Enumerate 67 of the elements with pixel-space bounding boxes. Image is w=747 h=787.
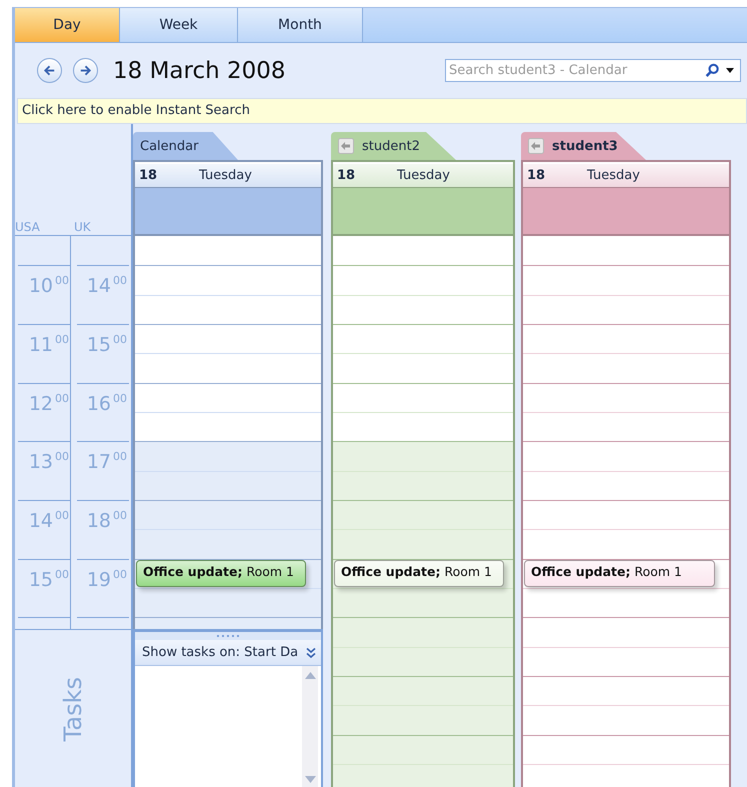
weekday-label: Tuesday bbox=[397, 168, 450, 183]
hour-label: 12$^{00}$ bbox=[18, 382, 71, 442]
time-slot[interactable] bbox=[333, 441, 513, 471]
search-icon[interactable] bbox=[705, 63, 720, 78]
splitter-handle[interactable] bbox=[135, 632, 321, 640]
all-day-area[interactable] bbox=[523, 187, 729, 236]
hour-label: 19$^{00}$ bbox=[77, 558, 129, 618]
calendar-tab[interactable]: Calendar bbox=[133, 132, 238, 160]
view-tab[interactable]: Day bbox=[15, 8, 120, 42]
time-zone-label: UK bbox=[74, 220, 92, 235]
tasks-label: Tasks bbox=[59, 677, 87, 742]
instant-search-bar[interactable]: Click here to enable Instant Search bbox=[17, 98, 747, 124]
time-slot[interactable] bbox=[135, 529, 321, 559]
time-slot[interactable] bbox=[333, 676, 513, 706]
time-slot[interactable] bbox=[333, 617, 513, 647]
time-slot[interactable] bbox=[523, 588, 729, 618]
day-number: 18 bbox=[138, 168, 158, 183]
all-day-area[interactable] bbox=[333, 187, 513, 236]
down-arrow-icon[interactable] bbox=[304, 776, 316, 783]
time-slot[interactable] bbox=[523, 324, 729, 354]
time-slot[interactable] bbox=[523, 412, 729, 442]
weekday-label: Tuesday bbox=[199, 168, 252, 183]
calendar-name: Calendar bbox=[140, 138, 198, 154]
hour-label: 13$^{00}$ bbox=[18, 441, 71, 500]
view-tab[interactable]: Month bbox=[238, 8, 363, 42]
hour-label: 14$^{00}$ bbox=[77, 265, 129, 324]
time-zone-label: USA bbox=[15, 220, 41, 235]
view-tab[interactable]: Week bbox=[120, 8, 238, 42]
hour-label: 11$^{00}$ bbox=[18, 324, 71, 383]
calendar-name: student2 bbox=[362, 138, 420, 154]
day-number: 18 bbox=[336, 168, 356, 183]
calendar-name: student3 bbox=[552, 138, 618, 154]
date-title: 18 March 2008 bbox=[113, 58, 286, 84]
calendar-tab[interactable]: student2 bbox=[331, 132, 456, 160]
show-tasks-label: Show tasks on: Start Da bbox=[142, 645, 300, 660]
time-slot[interactable] bbox=[333, 324, 513, 354]
hour-label: 18$^{00}$ bbox=[77, 500, 129, 559]
time-slot[interactable] bbox=[135, 412, 321, 442]
hour-label: 10$^{00}$ bbox=[18, 265, 71, 324]
time-slot[interactable] bbox=[135, 324, 321, 354]
scrollbar[interactable] bbox=[302, 666, 318, 787]
day-number: 18 bbox=[526, 168, 546, 183]
hour-label: 14$^{00}$ bbox=[18, 500, 71, 559]
up-arrow-icon[interactable] bbox=[304, 672, 316, 679]
double-chevron-icon[interactable] bbox=[305, 646, 317, 658]
weekday-label: Tuesday bbox=[587, 168, 640, 183]
time-slot[interactable] bbox=[135, 441, 321, 471]
hour-label: 15$^{00}$ bbox=[77, 324, 129, 383]
caret-icon[interactable] bbox=[726, 68, 734, 73]
hour-label: 17$^{00}$ bbox=[77, 441, 129, 500]
time-slot[interactable] bbox=[333, 734, 513, 764]
back-button[interactable] bbox=[37, 58, 62, 83]
all-day-area[interactable] bbox=[135, 187, 321, 236]
time-slot[interactable] bbox=[523, 500, 729, 530]
grip-icon bbox=[216, 634, 240, 638]
time-slot[interactable] bbox=[135, 500, 321, 530]
time-slot[interactable] bbox=[135, 470, 321, 500]
time-slot[interactable] bbox=[135, 588, 321, 618]
search-field[interactable]: Search student3 - Calendar bbox=[445, 59, 741, 82]
left-arrow-icon bbox=[42, 63, 57, 78]
hour-label: 15$^{00}$ bbox=[18, 558, 71, 618]
forward-button[interactable] bbox=[73, 58, 98, 83]
hour-label: 16$^{00}$ bbox=[77, 382, 129, 442]
calendar-tab[interactable]: student3 bbox=[521, 132, 646, 160]
time-slot[interactable] bbox=[333, 500, 513, 530]
time-slot[interactable] bbox=[523, 676, 729, 706]
right-arrow-icon bbox=[78, 63, 93, 78]
